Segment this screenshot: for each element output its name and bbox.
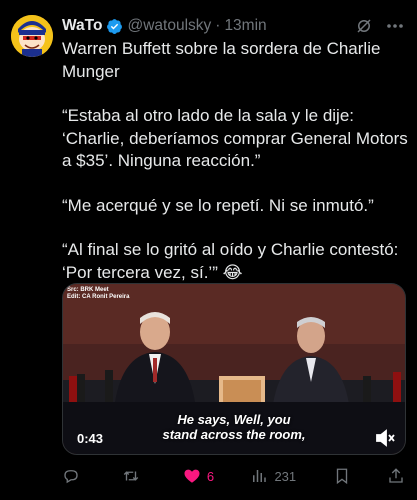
video-subtitle: He says, Well, you stand across the room… xyxy=(63,412,405,442)
video-player[interactable]: Src: BRK Meet Edit: CA Ronit Pereira He … xyxy=(62,283,406,455)
subtitle-line: stand across the room, xyxy=(162,427,306,442)
action-bar: 6 231 xyxy=(62,465,405,487)
tweet-paragraph: “Al final se lo gritó al oído y Charlie … xyxy=(62,240,399,282)
heart-icon xyxy=(184,469,200,483)
video-duration: 0:43 xyxy=(77,431,104,446)
reply-icon xyxy=(64,470,78,484)
like-count: 6 xyxy=(206,468,215,484)
verified-badge-icon xyxy=(106,18,123,35)
tweet-paragraph: “Me acerqué y se lo repetí. Ni se inmutó… xyxy=(62,195,374,215)
more-icon[interactable] xyxy=(385,17,405,35)
tweet-header: WaTo @watoulsky · 13min xyxy=(62,16,405,36)
bookmark-icon xyxy=(336,468,347,485)
like-button[interactable]: 6 xyxy=(183,467,214,485)
tweet[interactable]: WaTo @watoulsky · 13min Warren Buffett s… xyxy=(0,0,417,500)
credit-line: Src: BRK Meet xyxy=(67,287,109,293)
view-count: 231 xyxy=(274,468,297,484)
tweet-paragraph: “Estaba al otro lado de la sala y le dij… xyxy=(62,106,408,170)
grok-icon[interactable] xyxy=(355,17,373,35)
repost-button[interactable] xyxy=(122,467,146,485)
views-icon xyxy=(253,470,267,482)
share-icon xyxy=(389,468,403,483)
subtitle-line: He says, Well, you xyxy=(177,412,291,427)
separator: · xyxy=(215,17,221,34)
bookmark-button[interactable] xyxy=(333,467,351,485)
share-button[interactable] xyxy=(387,467,405,485)
video-credit: Src: BRK Meet Edit: CA Ronit Pereira xyxy=(67,287,129,301)
reply-button[interactable] xyxy=(62,467,86,485)
tweet-text: Warren Buffett sobre la sordera de Charl… xyxy=(62,38,408,284)
credit-line: Edit: CA Ronit Pereira xyxy=(67,294,130,300)
tweet-paragraph: Warren Buffett sobre la sordera de Charl… xyxy=(62,39,381,81)
mute-icon[interactable] xyxy=(375,429,395,447)
avatar[interactable] xyxy=(11,15,53,57)
repost-icon xyxy=(124,471,139,481)
views-button[interactable]: 231 xyxy=(250,467,296,485)
author-name[interactable]: WaTo xyxy=(62,17,102,35)
author-handle[interactable]: @watoulsky xyxy=(127,17,211,35)
timestamp[interactable]: 13min xyxy=(224,17,266,35)
